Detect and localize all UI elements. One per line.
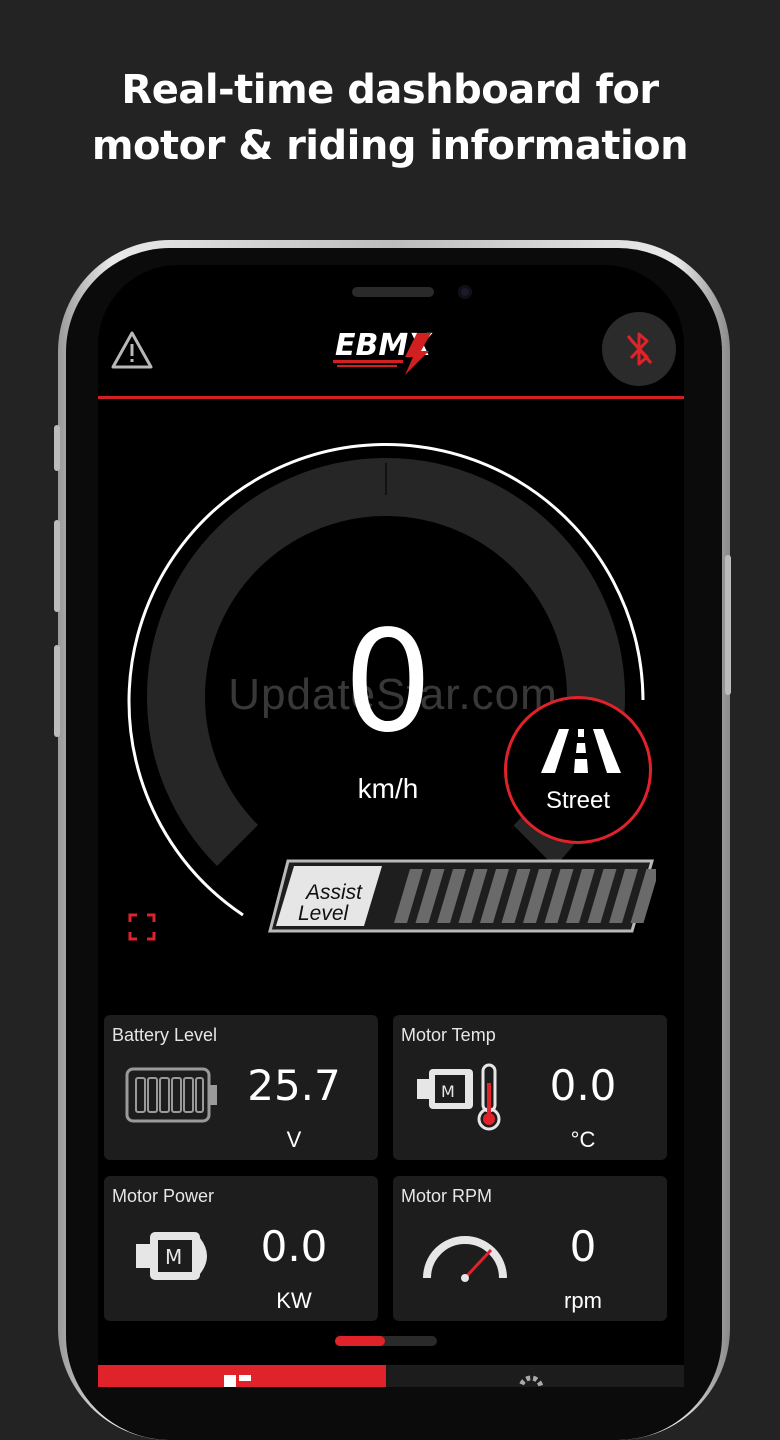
motor-power-unit: KW	[276, 1288, 312, 1313]
motor-temp-title: Motor Temp	[401, 1025, 496, 1045]
phone-side-button	[54, 425, 60, 471]
warning-icon[interactable]	[110, 330, 154, 370]
battery-unit: V	[286, 1127, 302, 1152]
page-indicator	[335, 1336, 437, 1346]
assist-level-label: Assist Level	[298, 882, 368, 924]
battery-value: 25.7	[247, 1061, 341, 1110]
bottom-tab-bar	[98, 1365, 684, 1387]
assist-label-line1: Assist	[306, 881, 363, 904]
promo-headline: Real-time dashboard for motor & riding i…	[0, 62, 780, 174]
svg-text:M: M	[165, 1245, 182, 1269]
phone-volume-up	[54, 520, 60, 612]
header-divider	[98, 396, 684, 399]
tab-dashboard[interactable]	[98, 1365, 386, 1387]
road-icon	[541, 729, 621, 773]
headline-line-1: Real-time dashboard for	[121, 67, 659, 113]
motor-temp-value: 0.0	[549, 1061, 617, 1110]
dashboard-icon	[224, 1375, 251, 1387]
motor-rpm-value: 0	[569, 1222, 597, 1271]
tab-settings[interactable]	[388, 1365, 684, 1387]
phone-camera	[458, 285, 472, 299]
ride-mode-button[interactable]: Street	[504, 696, 652, 844]
motor-rpm-unit: rpm	[564, 1288, 602, 1313]
ebmx-logo: EBMX	[333, 328, 433, 375]
speed-unit: km/h	[357, 773, 419, 804]
motor-rpm-card[interactable]: Motor RPM 0 rpm	[393, 1176, 667, 1321]
assist-label-line2: Level	[298, 902, 349, 925]
motor-temperature-icon: M	[417, 1063, 501, 1131]
motor-power-title: Motor Power	[112, 1186, 215, 1206]
ride-mode-label: Street	[545, 787, 611, 814]
phone-speaker	[352, 287, 434, 297]
gear-icon	[518, 1375, 544, 1387]
svg-text:M: M	[441, 1082, 455, 1101]
motor-temp-card[interactable]: Motor Temp M 0.0 °C	[393, 1015, 667, 1160]
headline-line-2: motor & riding information	[91, 123, 689, 169]
bluetooth-off-icon	[626, 332, 653, 366]
battery-icon	[125, 1067, 217, 1123]
battery-card[interactable]: Battery Level 25.7 V	[104, 1015, 378, 1160]
battery-title: Battery Level	[112, 1025, 218, 1045]
motor-power-value: 0.0	[260, 1222, 328, 1271]
page-indicator-active	[335, 1336, 385, 1346]
motor-icon: M	[136, 1232, 207, 1280]
bluetooth-button[interactable]	[602, 312, 676, 386]
phone-volume-down	[54, 645, 60, 737]
tachometer-icon	[423, 1236, 507, 1282]
app-screen: EBMX UpdateStar.com 0 km/h Street Assist…	[98, 265, 684, 1387]
phone-power-button	[725, 555, 731, 695]
motor-rpm-title: Motor RPM	[401, 1186, 493, 1206]
speed-value: 0	[343, 601, 433, 764]
motor-temp-unit: °C	[570, 1127, 596, 1152]
fullscreen-icon[interactable]	[128, 913, 156, 941]
motor-power-card[interactable]: Motor Power M 0.0 KW	[104, 1176, 378, 1321]
